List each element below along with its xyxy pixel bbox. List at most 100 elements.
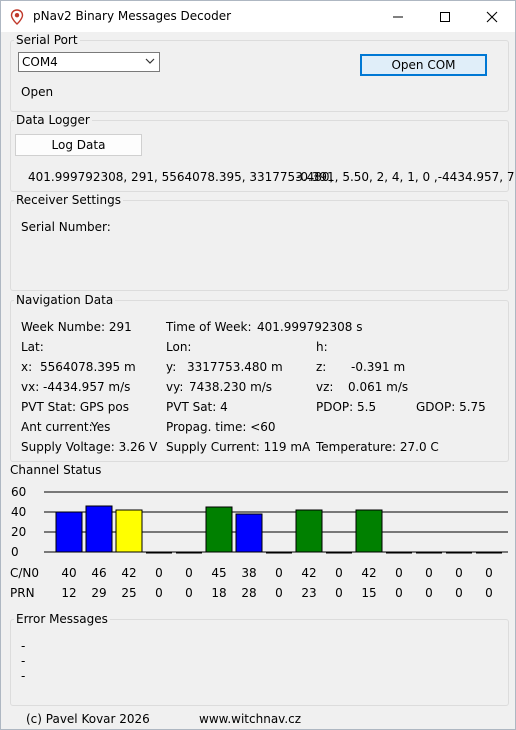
time-of-week-label: Time of Week: xyxy=(166,320,252,334)
x-label: x: xyxy=(21,360,33,374)
cn0-value: 40 xyxy=(61,566,76,580)
lat-label: Lat: xyxy=(21,340,44,354)
cn0-value: 38 xyxy=(241,566,256,580)
prn-value: 23 xyxy=(301,586,316,600)
port-select-value: COM4 xyxy=(22,55,58,69)
open-com-button[interactable]: Open COM xyxy=(360,54,487,76)
close-icon xyxy=(486,11,498,22)
prn-value: 29 xyxy=(91,586,106,600)
channel-status-label: Channel Status xyxy=(10,463,102,477)
maximize-icon xyxy=(440,11,450,22)
vx-label: vx: xyxy=(21,380,40,394)
logger-data-left: 401.999792308, 291, 5564078.395, 3317753… xyxy=(28,170,334,184)
website-link[interactable]: www.witchnav.cz xyxy=(199,712,301,726)
cn0-value: 42 xyxy=(361,566,376,580)
prn-value: 0 xyxy=(395,586,403,600)
z-value: -0.391 m xyxy=(351,360,406,374)
y-value: 3317753.480 m xyxy=(187,360,283,374)
vz-value: 0.061 m/s xyxy=(348,380,409,394)
cn0-value: 42 xyxy=(121,566,136,580)
prn-row-label: PRN xyxy=(10,586,35,600)
app-location-icon xyxy=(10,9,24,25)
title-bar[interactable]: pNav2 Binary Messages Decoder xyxy=(1,1,515,32)
cn0-value: 0 xyxy=(395,566,403,580)
pdop-value: PDOP: 5.5 xyxy=(316,400,377,414)
cn0-value: 0 xyxy=(485,566,493,580)
navigation-data-label: Navigation Data xyxy=(14,293,116,307)
prn-value: 18 xyxy=(211,586,226,600)
serial-port-label: Serial Port xyxy=(14,33,80,47)
prn-value: 0 xyxy=(485,586,493,600)
pvt-satellites: PVT Sat: 4 xyxy=(166,400,228,414)
prn-value: 28 xyxy=(241,586,256,600)
channel-bar xyxy=(295,509,323,553)
lon-label: Lon: xyxy=(166,340,192,354)
y-label: y: xyxy=(166,360,177,374)
maximize-button[interactable] xyxy=(422,1,468,32)
prn-value: 0 xyxy=(425,586,433,600)
serial-port-group xyxy=(10,40,509,112)
error-line: - xyxy=(21,654,26,668)
prn-value: 0 xyxy=(275,586,283,600)
cn0-value: 46 xyxy=(91,566,106,580)
app-window: pNav2 Binary Messages Decoder Serial Por… xyxy=(0,0,516,730)
vx-value: -4434.957 m/s xyxy=(43,380,131,394)
prn-value: 0 xyxy=(185,586,193,600)
ant-current-value: Yes xyxy=(91,420,111,434)
close-button[interactable] xyxy=(469,1,515,32)
y-tick-label: 20 xyxy=(11,525,26,539)
data-logger-label: Data Logger xyxy=(14,113,92,127)
z-label: z: xyxy=(316,360,327,374)
cn0-row-label: C/N0 xyxy=(10,566,39,580)
prn-value: 0 xyxy=(155,586,163,600)
supply-current: Supply Current: 119 mA xyxy=(166,440,311,454)
channel-bar xyxy=(235,513,263,553)
vy-value: 7438.230 m/s xyxy=(189,380,273,394)
receiver-settings-label: Receiver Settings xyxy=(14,193,123,207)
minimize-icon xyxy=(393,16,403,17)
pvt-status: PVT Stat: GPS pos xyxy=(21,400,130,414)
log-data-button[interactable]: Log Data xyxy=(15,134,142,156)
cn0-value: 0 xyxy=(155,566,163,580)
receiver-settings-group xyxy=(10,200,509,291)
cn0-value: 42 xyxy=(301,566,316,580)
error-line: - xyxy=(21,639,26,653)
chevron-down-icon xyxy=(145,58,155,64)
prn-value: 0 xyxy=(335,586,343,600)
channel-bar xyxy=(205,506,233,553)
vz-label: vz: xyxy=(316,380,334,394)
y-tick-label: 60 xyxy=(11,485,26,499)
channel-bar xyxy=(355,509,383,553)
port-status: Open xyxy=(21,85,54,99)
gdop-value: GDOP: 5.75 xyxy=(416,400,486,414)
cn0-value: 0 xyxy=(335,566,343,580)
prn-value: 0 xyxy=(455,586,463,600)
channel-status-chart: 60 40 20 0 40 12 46 29 42 25 0 0 0 0 45 18 38 28 0 0 42 23 0 0 4… xyxy=(10,485,508,600)
minimize-button[interactable] xyxy=(375,1,421,32)
channel-bar xyxy=(55,511,83,553)
ant-current-label: Ant current: xyxy=(21,420,93,434)
y-tick-label: 0 xyxy=(11,545,19,559)
window-title: pNav2 Binary Messages Decoder xyxy=(33,9,232,23)
temperature: Temperature: 27.0 C xyxy=(316,440,439,454)
y-tick-label: 40 xyxy=(11,505,26,519)
cn0-value: 0 xyxy=(275,566,283,580)
time-of-week-value: 401.999792308 s xyxy=(257,320,363,334)
copyright-text: (c) Pavel Kovar 2026 xyxy=(26,712,150,726)
x-value: 5564078.395 m xyxy=(40,360,136,374)
vy-label: vy: xyxy=(166,380,184,394)
channel-bar xyxy=(115,509,143,553)
cn0-value: 0 xyxy=(455,566,463,580)
prn-value: 12 xyxy=(61,586,76,600)
week-number: Week Numbe: 291 xyxy=(21,320,132,334)
propagation-time: Propag. time: <60 xyxy=(166,420,276,434)
serial-number-label: Serial Number: xyxy=(21,220,111,234)
logger-data-right: -0.391, 5.50, 2, 4, 1, 0 ,-4434.957, 743… xyxy=(296,170,515,184)
prn-value: 15 xyxy=(361,586,376,600)
h-label: h: xyxy=(316,340,328,354)
error-messages-group xyxy=(10,619,509,706)
error-messages-label: Error Messages xyxy=(14,612,110,626)
port-select[interactable]: COM4 xyxy=(18,52,160,72)
cn0-value: 0 xyxy=(425,566,433,580)
cn0-value: 0 xyxy=(185,566,193,580)
